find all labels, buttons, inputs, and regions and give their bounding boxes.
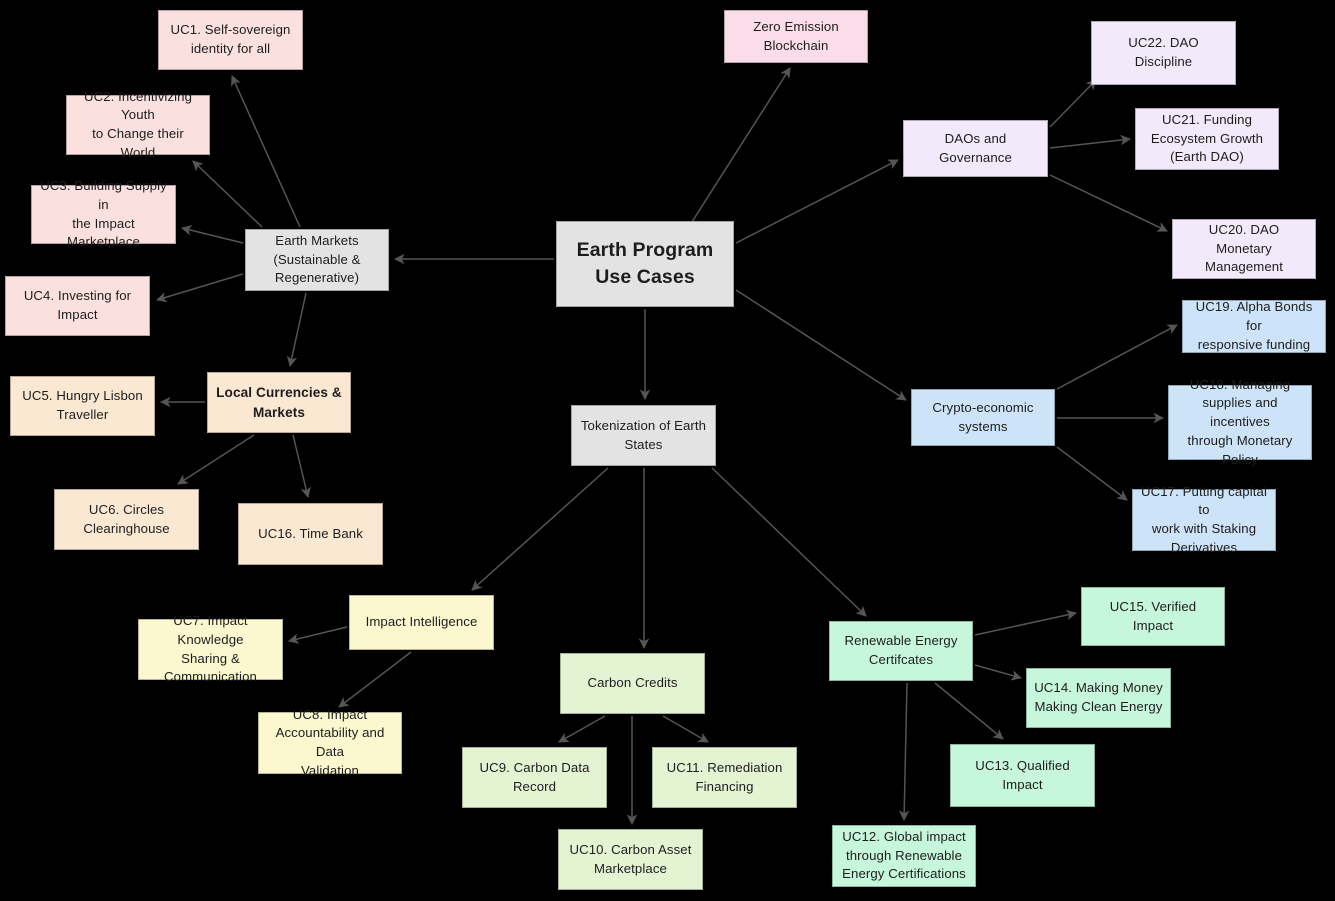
- node-uc3[interactable]: UC3. Building Supply in the Impact Marke…: [31, 178, 176, 249]
- edge-rec-to-uc14: [974, 664, 1023, 681]
- node-cc[interactable]: Carbon Credits: [560, 653, 705, 714]
- node-label-uc7: UC7. Impact Knowledge Sharing & Communic…: [164, 613, 257, 685]
- node-label-uc13: UC13. Qualified Impact: [975, 757, 1070, 792]
- edge-em-to-uc1: [231, 75, 301, 228]
- node-uc2[interactable]: UC2. Incentivizing Youth to Change their…: [66, 89, 210, 160]
- node-ii[interactable]: Impact Intelligence: [349, 595, 494, 650]
- node-label-uc9: UC9. Carbon Data Record: [479, 759, 590, 794]
- node-label-dao: DAOs and Governance: [939, 130, 1012, 165]
- edge-ii-to-uc8: [338, 651, 412, 708]
- edge-cc-to-uc11: [662, 715, 709, 743]
- node-label-uc11: UC11. Remediation Financing: [666, 759, 783, 794]
- node-label-root: Earth Program Use Cases: [576, 238, 714, 288]
- node-label-uc19: UC19. Alpha Bonds for responsive funding: [1195, 299, 1313, 352]
- node-root[interactable]: Earth Program Use Cases: [556, 221, 734, 307]
- node-dao[interactable]: DAOs and Governance: [903, 120, 1048, 177]
- edge-lcm-to-uc16: [292, 434, 311, 499]
- edge-dao-to-uc21: [1049, 134, 1132, 149]
- edge-dao-to-uc20: [1049, 174, 1168, 232]
- node-label-zeb: Zero Emission Blockchain: [753, 18, 839, 53]
- node-uc6[interactable]: UC6. Circles Clearinghouse: [54, 489, 199, 550]
- edge-tes-to-rec: [711, 467, 867, 617]
- node-rec[interactable]: Renewable Energy Certifcates: [829, 621, 973, 681]
- edge-tes-to-ii: [471, 467, 609, 591]
- edge-dao-to-uc22: [1049, 79, 1097, 128]
- node-label-uc3: UC3. Building Supply in the Impact Marke…: [40, 178, 167, 250]
- node-label-ii: Impact Intelligence: [365, 614, 478, 630]
- node-uc10[interactable]: UC10. Carbon Asset Marketplace: [558, 829, 703, 890]
- node-uc15[interactable]: UC15. Verified Impact: [1081, 587, 1225, 646]
- edge-rec-to-uc15: [974, 609, 1078, 636]
- node-tes[interactable]: Tokenization of Earth States: [571, 405, 716, 466]
- node-ces[interactable]: Crypto-economic systems: [911, 389, 1055, 446]
- node-label-uc4: UC4. Investing for Impact: [23, 288, 132, 322]
- edge-root-to-dao: [735, 159, 899, 244]
- edge-em-to-uc4: [155, 273, 244, 303]
- edge-root-to-ces: [735, 289, 907, 401]
- node-label-uc20: UC20. DAO Monetary Management: [1205, 221, 1283, 275]
- node-label-lcm: Local Currencies & Markets: [216, 385, 342, 420]
- edge-em-to-uc3: [180, 225, 244, 244]
- node-uc12[interactable]: UC12. Global impact through Renewable En…: [832, 825, 976, 887]
- node-label-uc6: UC6. Circles Clearinghouse: [83, 501, 170, 536]
- node-uc19[interactable]: UC19. Alpha Bonds for responsive funding: [1182, 299, 1326, 353]
- edge-lcm-to-uc6: [177, 434, 255, 485]
- node-label-rec: Renewable Energy Certifcates: [844, 633, 958, 667]
- edge-ii-to-uc7: [287, 626, 348, 644]
- node-label-uc18: UC18. Managing supplies and incentives t…: [1187, 376, 1293, 467]
- edge-ces-to-uc19: [1056, 324, 1178, 390]
- node-label-uc5: UC5. Hungry Lisbon Traveller: [22, 388, 143, 422]
- node-uc20[interactable]: UC20. DAO Monetary Management: [1172, 219, 1316, 279]
- node-label-uc10: UC10. Carbon Asset Marketplace: [569, 841, 692, 876]
- node-label-uc12: UC12. Global impact through Renewable En…: [842, 828, 966, 882]
- node-label-uc15: UC15. Verified Impact: [1109, 598, 1197, 633]
- diagram-canvas: Earth Program Use Cases Zero Emission Blo…: [0, 0, 1335, 901]
- node-em[interactable]: Earth Markets (Sustainable & Regenerativ…: [245, 229, 389, 291]
- node-uc11[interactable]: UC11. Remediation Financing: [652, 747, 797, 808]
- edge-em-to-uc2: [192, 160, 263, 228]
- node-label-uc2: UC2. Incentivizing Youth to Change their…: [83, 88, 193, 160]
- node-uc7[interactable]: UC7. Impact Knowledge Sharing & Communic…: [138, 613, 283, 684]
- node-label-uc16: UC16. Time Bank: [258, 525, 363, 541]
- edge-ces-to-uc17: [1056, 446, 1128, 501]
- node-label-em: Earth Markets (Sustainable & Regenerativ…: [273, 232, 361, 286]
- node-uc14[interactable]: UC14. Making Money Making Clean Energy: [1026, 668, 1171, 728]
- node-uc21[interactable]: UC21. Funding Ecosystem Growth (Earth DA…: [1135, 108, 1279, 170]
- node-label-uc14: UC14. Making Money Making Clean Energy: [1034, 680, 1163, 714]
- edge-rec-to-uc12: [898, 682, 910, 822]
- node-label-tes: Tokenization of Earth States: [580, 417, 707, 452]
- node-uc9[interactable]: UC9. Carbon Data Record: [462, 747, 607, 808]
- node-uc5[interactable]: UC5. Hungry Lisbon Traveller: [10, 376, 155, 436]
- node-uc22[interactable]: UC22. DAO Discipline: [1091, 21, 1236, 85]
- node-zeb[interactable]: Zero Emission Blockchain: [724, 10, 868, 63]
- node-uc8[interactable]: UC8. Impact Accountability and Data Vali…: [258, 707, 402, 778]
- node-label-cc: Carbon Credits: [587, 675, 678, 691]
- node-label-uc22: UC22. DAO Discipline: [1128, 35, 1199, 69]
- edge-cc-to-uc9: [558, 715, 606, 743]
- node-uc1[interactable]: UC1. Self-sovereign identity for all: [158, 10, 303, 70]
- node-uc4[interactable]: UC4. Investing for Impact: [5, 276, 150, 336]
- edge-root-to-zeb: [689, 67, 791, 226]
- node-lcm[interactable]: Local Currencies & Markets: [207, 372, 351, 433]
- node-uc17[interactable]: UC17. Putting capital to work with Staki…: [1132, 484, 1276, 555]
- edge-em-to-lcm: [286, 292, 307, 368]
- node-uc13[interactable]: UC13. Qualified Impact: [950, 744, 1095, 807]
- node-label-uc21: UC21. Funding Ecosystem Growth (Earth DA…: [1150, 111, 1264, 165]
- node-uc16[interactable]: UC16. Time Bank: [238, 503, 383, 565]
- node-label-ces: Crypto-economic systems: [932, 399, 1034, 434]
- node-uc18[interactable]: UC18. Managing supplies and incentives t…: [1168, 377, 1312, 467]
- edge-rec-to-uc13: [934, 682, 1004, 740]
- node-label-uc17: UC17. Putting capital to work with Staki…: [1141, 483, 1267, 555]
- node-label-uc1: UC1. Self-sovereign identity for all: [170, 22, 291, 56]
- node-label-uc8: UC8. Impact Accountability and Data Vali…: [275, 706, 385, 778]
